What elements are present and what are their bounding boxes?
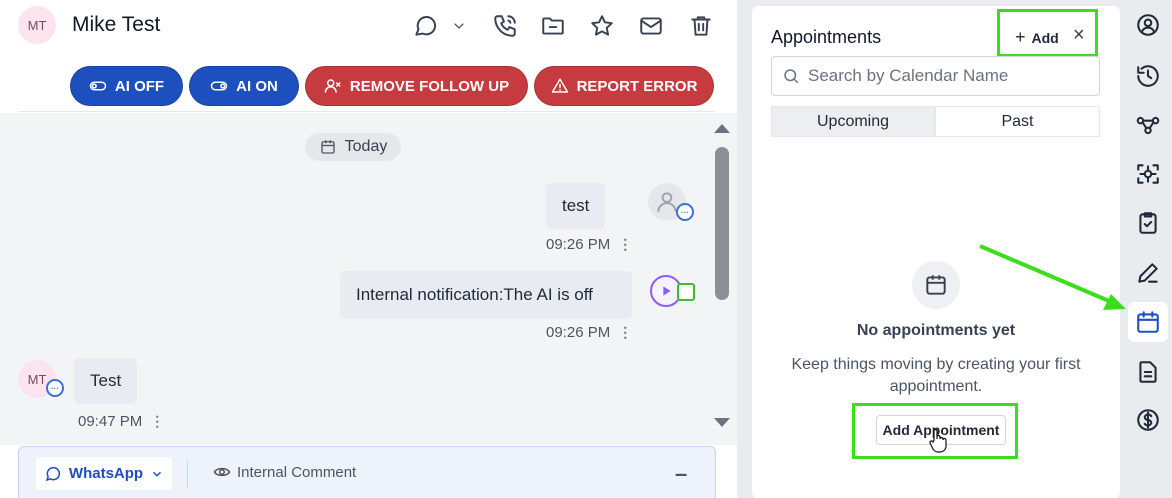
folder-icon[interactable] [538, 11, 568, 41]
more-options-icon[interactable]: ⋮ [150, 413, 164, 430]
action-bar: AI OFF AI ON REMOVE FOLLOW UP REPORT ERR… [18, 58, 715, 112]
date-label: Today [344, 138, 388, 155]
internal-comment-tab[interactable]: Internal Comment [213, 463, 356, 481]
eye-icon [213, 467, 231, 477]
calendar-search [771, 56, 1100, 96]
message-time: 09:26 PM ⋮ [546, 236, 632, 253]
tab-upcoming[interactable]: Upcoming [771, 106, 935, 137]
empty-state-text: Keep things moving by creating your firs… [791, 356, 1081, 395]
more-options-icon[interactable]: ⋮ [618, 236, 632, 253]
history-icon[interactable] [1128, 56, 1168, 96]
remove-follow-up-button[interactable]: REMOVE FOLLOW UP [305, 66, 528, 106]
close-icon[interactable]: × [1073, 24, 1085, 47]
contact-avatar: MT [18, 6, 56, 44]
toggle-icon [210, 81, 228, 91]
ai-on-label: AI ON [236, 77, 278, 95]
star-icon[interactable] [587, 11, 617, 41]
collapse-button[interactable]: – [675, 461, 687, 487]
message-bubble[interactable]: Test [74, 358, 138, 404]
remove-follow-up-label: REMOVE FOLLOW UP [349, 77, 510, 95]
user-remove-icon [324, 79, 341, 93]
toggle-icon [89, 81, 107, 91]
channel-select[interactable]: WhatsApp [36, 457, 172, 490]
divider [187, 461, 188, 487]
mail-icon[interactable] [636, 11, 666, 41]
contact-icon[interactable] [1128, 5, 1168, 45]
appointments-title: Appointments [771, 27, 882, 47]
chevron-down-icon [153, 471, 162, 477]
calendar-icon[interactable] [1128, 302, 1168, 342]
contact-name: Mike Test [72, 13, 161, 36]
conversation-panel: MT Mike Test AI OFF AI ON REMOVE FOLLOW … [0, 0, 737, 498]
search-input[interactable] [808, 66, 1088, 86]
empty-state-title: No appointments yet [856, 322, 1016, 339]
time-label: 09:26 PM [546, 236, 611, 253]
message-text: Internal notification:The AI is off [356, 285, 593, 304]
app-root: MT Mike Test AI OFF AI ON REMOVE FOLLOW … [0, 0, 1172, 498]
note-icon[interactable] [1128, 253, 1168, 293]
scroll-up-arrow[interactable] [712, 121, 732, 135]
message-time: 09:26 PM ⋮ [546, 324, 632, 341]
ai-on-button[interactable]: AI ON [189, 66, 299, 106]
add-button[interactable]: + Add [1015, 27, 1059, 48]
message-bubble[interactable]: test [546, 183, 606, 229]
trash-icon[interactable] [686, 11, 716, 41]
channel-label: WhatsApp [68, 465, 144, 482]
empty-state-calendar [912, 261, 960, 309]
play-icon [663, 286, 671, 296]
message-bubble[interactable]: Internal notification:The AI is off [340, 271, 632, 319]
warning-icon [551, 78, 568, 93]
calendar-icon [926, 275, 946, 295]
message-text: Test [90, 371, 122, 390]
appointments-panel: Appointments + Add × Upcoming Past No ap… [752, 6, 1120, 498]
calendar-icon [320, 140, 335, 154]
plus-icon: + [1015, 27, 1026, 47]
chat-channel-icon: ··· [46, 379, 64, 397]
chevron-down-icon[interactable] [448, 11, 470, 41]
internal-comment-label: Internal Comment [237, 463, 357, 481]
hand-cursor-icon [929, 428, 947, 453]
payment-icon[interactable] [1128, 400, 1168, 440]
search-icon [784, 69, 799, 84]
tab-past[interactable]: Past [935, 106, 1100, 137]
chat-channel-icon: ··· [676, 203, 694, 221]
task-icon[interactable] [1128, 203, 1168, 243]
scroll-down-arrow[interactable] [712, 416, 732, 430]
document-icon[interactable] [1128, 352, 1168, 392]
more-options-icon[interactable]: ⋮ [618, 324, 632, 341]
notification-icon [677, 283, 695, 301]
time-label: 09:47 PM [78, 413, 143, 430]
message-text: test [562, 196, 590, 215]
scan-icon[interactable] [1128, 154, 1168, 194]
message-thread: Today test ··· 09:26 PM ⋮ Internal notif… [0, 113, 737, 445]
time-label: 09:26 PM [546, 324, 611, 341]
ai-off-label: AI OFF [114, 77, 165, 95]
report-error-button[interactable]: REPORT ERROR [534, 66, 714, 106]
chat-bubble-icon[interactable] [410, 11, 440, 41]
scrollbar-thumb[interactable] [715, 147, 729, 300]
add-label: Add [1031, 29, 1059, 46]
report-error-label: REPORT ERROR [576, 77, 698, 95]
ai-off-button[interactable]: AI OFF [70, 66, 183, 106]
right-sidebar [1122, 0, 1172, 498]
conversation-header: MT Mike Test [0, 0, 737, 56]
date-chip: Today [305, 133, 401, 161]
workflow-icon[interactable] [1128, 105, 1168, 145]
message-composer: WhatsApp Internal Comment – [18, 446, 716, 498]
message-time: 09:47 PM ⋮ [78, 413, 164, 430]
whatsapp-icon [45, 466, 60, 481]
phone-icon[interactable] [490, 11, 520, 41]
